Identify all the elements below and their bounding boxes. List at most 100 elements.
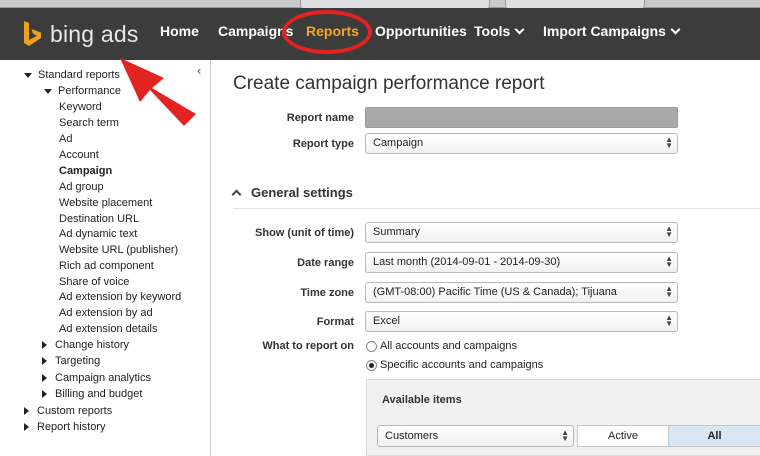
tree-item-label: Targeting [55,355,101,367]
filter-all-button[interactable]: All [668,425,760,447]
report-type-value: Campaign [373,137,424,149]
browser-tab[interactable] [300,0,490,8]
tree-item-label: Ad extension by ad [59,307,153,319]
brand-name: bing ads [50,20,139,47]
time-zone-select[interactable]: (GMT-08:00) Pacific Time (US & Canada); … [365,282,678,303]
format-value: Excel [373,315,400,327]
browser-tab[interactable] [505,0,645,8]
radio-specific-label: Specific accounts and campaigns [380,359,544,371]
date-range-value: Last month (2014-09-01 - 2014-09-30) [373,256,561,268]
time-zone-value: (GMT-08:00) Pacific Time (US & Canada); … [373,286,617,298]
nav-import-campaigns[interactable]: Import Campaigns [543,23,681,39]
tree-item-performance[interactable]: Performance [44,85,121,97]
annotation-circle [282,10,372,54]
show-unit-select[interactable]: Summary ▲ ▼ [365,222,678,243]
tree-item-label: Account [59,149,99,161]
annotation-arrow [120,58,196,126]
report-name-input[interactable] [365,107,678,128]
tree-item-label: Ad extension by keyword [59,291,182,303]
tree-item-label: Performance [58,85,121,97]
tree-item-label: Rich ad component [59,260,154,272]
tree-item-label: Keyword [59,101,102,113]
radio-button-selected[interactable] [366,359,377,371]
tree-item-ad-extension-by-ad[interactable]: Ad extension by ad [59,307,153,319]
tree-item-label: Search term [59,117,119,129]
tree-item-campaign[interactable]: Campaign [59,165,112,177]
tree-item-ad-extension-by-keyword[interactable]: Ad extension by keyword [59,291,181,303]
select-arrows-icon: ▲ ▼ [665,254,673,269]
report-type-select[interactable]: Campaign ▲ ▼ [365,133,678,154]
tree-item-label: Custom reports [37,405,113,417]
format-label: Format [316,316,354,328]
expand-right-icon[interactable] [42,357,47,365]
tree-item-billing-and-budget[interactable]: Billing and budget [42,388,142,400]
radio-specific-accounts[interactable]: Specific accounts and campaigns [366,359,543,371]
expand-right-icon[interactable] [24,423,29,431]
page-title: Create campaign performance report [233,73,545,94]
tree-item-label: Report history [37,421,106,433]
tree-item-destination-url[interactable]: Destination URL [59,213,139,225]
tree-item-ad-dynamic-text[interactable]: Ad dynamic text [59,228,137,240]
expand-right-icon[interactable] [42,341,47,349]
show-unit-value: Summary [373,226,421,238]
tree-item-account[interactable]: Account [59,149,99,161]
expand-right-icon[interactable] [24,407,29,415]
filter-active-button[interactable]: Active [577,425,669,447]
tree-item-share-of-voice[interactable]: Share of voice [59,276,129,288]
radio-all-label: All accounts and campaigns [380,340,517,352]
date-range-label: Date range [297,257,354,269]
tree-item-label: Website placement [59,197,153,209]
date-range-select[interactable]: Last month (2014-09-01 - 2014-09-30) ▲ ▼ [365,252,678,273]
report-name-label: Report name [286,112,354,124]
tree-item-standard-reports[interactable]: Standard reports [24,69,120,81]
browser-tab-strip [0,0,760,8]
chevron-down-icon [514,24,525,35]
bing-ads-logo[interactable]: bing ads [22,20,139,48]
tree-item-report-history[interactable]: Report history [24,421,105,433]
customers-filter-value: Customers [385,430,439,442]
nav-home[interactable]: Home [160,23,199,39]
tree-item-label: Change history [55,339,129,351]
nav-tools-label: Tools [474,23,511,39]
tree-item-rich-ad-component[interactable]: Rich ad component [59,260,154,272]
section-divider [233,208,760,209]
tree-item-targeting[interactable]: Targeting [42,355,100,367]
expand-right-icon[interactable] [42,390,47,398]
tree-item-website-url-publisher[interactable]: Website URL (publisher) [59,244,178,256]
format-select[interactable]: Excel ▲ ▼ [365,311,678,332]
tree-item-label: Destination URL [59,213,140,225]
customers-filter-select[interactable]: Customers ▲ ▼ [377,425,574,447]
tree-item-label: Billing and budget [55,388,143,400]
select-arrows-icon: ▲ ▼ [665,284,673,299]
expand-right-icon[interactable] [42,374,47,382]
expand-down-icon[interactable] [24,72,32,78]
select-arrows-icon: ▲ ▼ [561,428,569,443]
nav-tools[interactable]: Tools [474,23,525,39]
radio-button[interactable] [366,340,377,352]
select-arrows-icon: ▲ ▼ [665,224,673,239]
general-settings-toggle[interactable]: General settings [231,185,353,200]
tree-item-label: Share of voice [59,276,130,288]
tree-item-label: Ad [59,133,73,145]
tree-item-keyword[interactable]: Keyword [59,101,102,113]
tree-item-label: Campaign analytics [55,372,151,384]
tree-item-ad-extension-details[interactable]: Ad extension details [59,323,157,335]
nav-opportunities[interactable]: Opportunities [375,23,467,39]
tree-item-ad-group[interactable]: Ad group [59,181,104,193]
tree-item-campaign-analytics[interactable]: Campaign analytics [42,372,151,384]
tree-item-website-placement[interactable]: Website placement [59,197,152,209]
tree-item-ad[interactable]: Ad [59,133,72,145]
bing-logo-icon [24,21,41,46]
tree-item-change-history[interactable]: Change history [42,339,129,351]
chevron-down-icon [670,24,681,35]
general-settings-heading: General settings [251,185,353,200]
expand-down-icon[interactable] [44,88,52,94]
tree-item-search-term[interactable]: Search term [59,117,119,129]
chevron-up-icon [231,189,242,200]
tree-item-label: Campaign [59,165,113,177]
tree-item-custom-reports[interactable]: Custom reports [24,405,112,417]
radio-all-accounts[interactable]: All accounts and campaigns [366,340,517,352]
nav-import-label: Import Campaigns [543,23,666,39]
available-items-panel: Available items Customers ▲ ▼ Active All [366,379,760,456]
top-nav: bing ads Home Campaigns Reports Opportun… [0,8,760,60]
